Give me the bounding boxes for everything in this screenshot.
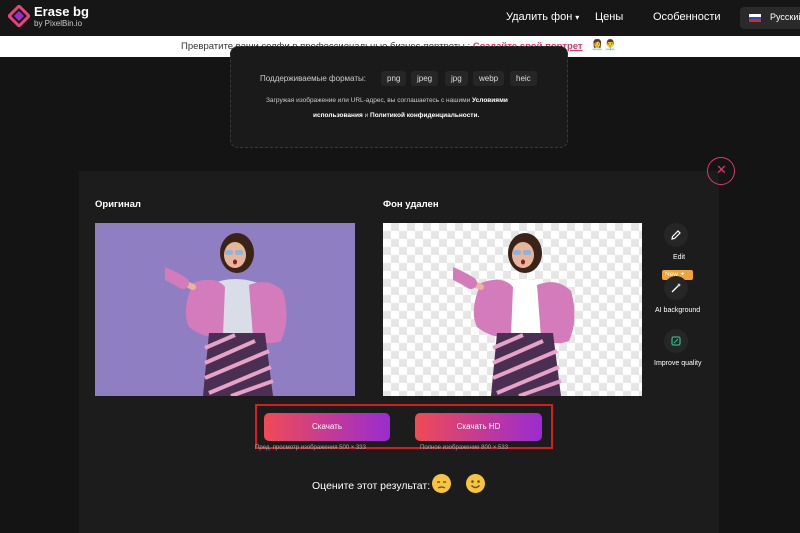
brand-subtitle: by PixelBin.io bbox=[34, 19, 83, 28]
brand-name[interactable]: Erase bg bbox=[34, 4, 89, 19]
happy-face-icon bbox=[471, 480, 480, 489]
erase-bg-logo-icon[interactable] bbox=[8, 5, 30, 27]
terms-and: и bbox=[364, 112, 369, 119]
nav-remove-bg-label: Удалить фон bbox=[506, 11, 573, 23]
person-icon: 👩‍💼 bbox=[591, 40, 604, 51]
terms-line-2: использования и Политикой конфиденциальн… bbox=[313, 112, 479, 119]
improve-quality-button[interactable] bbox=[664, 329, 688, 353]
top-navbar: Erase bg by PixelBin.io Удалить фон ▾ Цен… bbox=[0, 0, 800, 36]
language-label: Русский bbox=[770, 12, 800, 22]
privacy-link[interactable]: Политикой конфиденциальности. bbox=[370, 112, 479, 119]
russia-flag-icon bbox=[749, 14, 761, 22]
magic-wand-icon bbox=[671, 283, 681, 293]
terms-link[interactable]: Условиями bbox=[472, 97, 508, 104]
improve-quality-label: Improve quality bbox=[654, 360, 702, 367]
original-title: Оригинал bbox=[95, 199, 141, 210]
close-icon: ✕ bbox=[716, 162, 727, 177]
pencil-icon bbox=[671, 230, 681, 240]
upload-dropzone[interactable]: Поддерживаемые форматы: png jpeg jpg web… bbox=[230, 46, 568, 148]
rate-sad-button[interactable] bbox=[432, 474, 451, 493]
portrait-figure bbox=[165, 233, 287, 396]
download-size-note: Пред. просмотр изображения 500 × 333 bbox=[255, 445, 366, 451]
rate-happy-button[interactable] bbox=[466, 474, 485, 493]
format-chip: webp bbox=[473, 71, 505, 86]
enhance-icon bbox=[671, 336, 681, 346]
terms-prefix: Загружая изображение или URL-адрес, вы с… bbox=[266, 97, 471, 104]
format-chip: jpeg bbox=[411, 71, 439, 86]
formats-label: Поддерживаемые форматы: bbox=[260, 74, 366, 83]
edit-button[interactable] bbox=[664, 223, 688, 247]
terms-line-1: Загружая изображение или URL-адрес, вы с… bbox=[266, 97, 508, 104]
close-button[interactable]: ✕ bbox=[707, 157, 735, 185]
format-chip: jpg bbox=[445, 71, 468, 86]
ai-background-label: AI background bbox=[655, 307, 701, 314]
original-image bbox=[95, 223, 355, 396]
person-icon: 👨‍💼 bbox=[604, 40, 617, 51]
portrait-figure bbox=[453, 233, 575, 396]
terms-link-2[interactable]: использования bbox=[313, 112, 363, 119]
nav-remove-bg[interactable]: Удалить фон ▾ bbox=[506, 11, 579, 23]
ai-background-button[interactable] bbox=[664, 276, 688, 300]
format-chip: png bbox=[381, 71, 407, 86]
format-chip: heic bbox=[510, 71, 537, 86]
download-hd-size-note: Полное изображение 800 × 533 bbox=[420, 445, 509, 451]
edit-label: Edit bbox=[673, 254, 686, 261]
nav-pricing[interactable]: Цены bbox=[595, 11, 623, 23]
nav-features[interactable]: Особенности bbox=[653, 11, 721, 23]
sad-face-icon bbox=[437, 481, 446, 489]
chevron-down-icon: ▾ bbox=[575, 13, 580, 22]
rate-label: Оцените этот результат: bbox=[312, 480, 431, 492]
removed-bg-image bbox=[383, 223, 642, 396]
language-selector[interactable]: Русский bbox=[740, 7, 800, 29]
removed-title: Фон удален bbox=[383, 199, 439, 210]
download-highlight-box bbox=[255, 404, 553, 449]
